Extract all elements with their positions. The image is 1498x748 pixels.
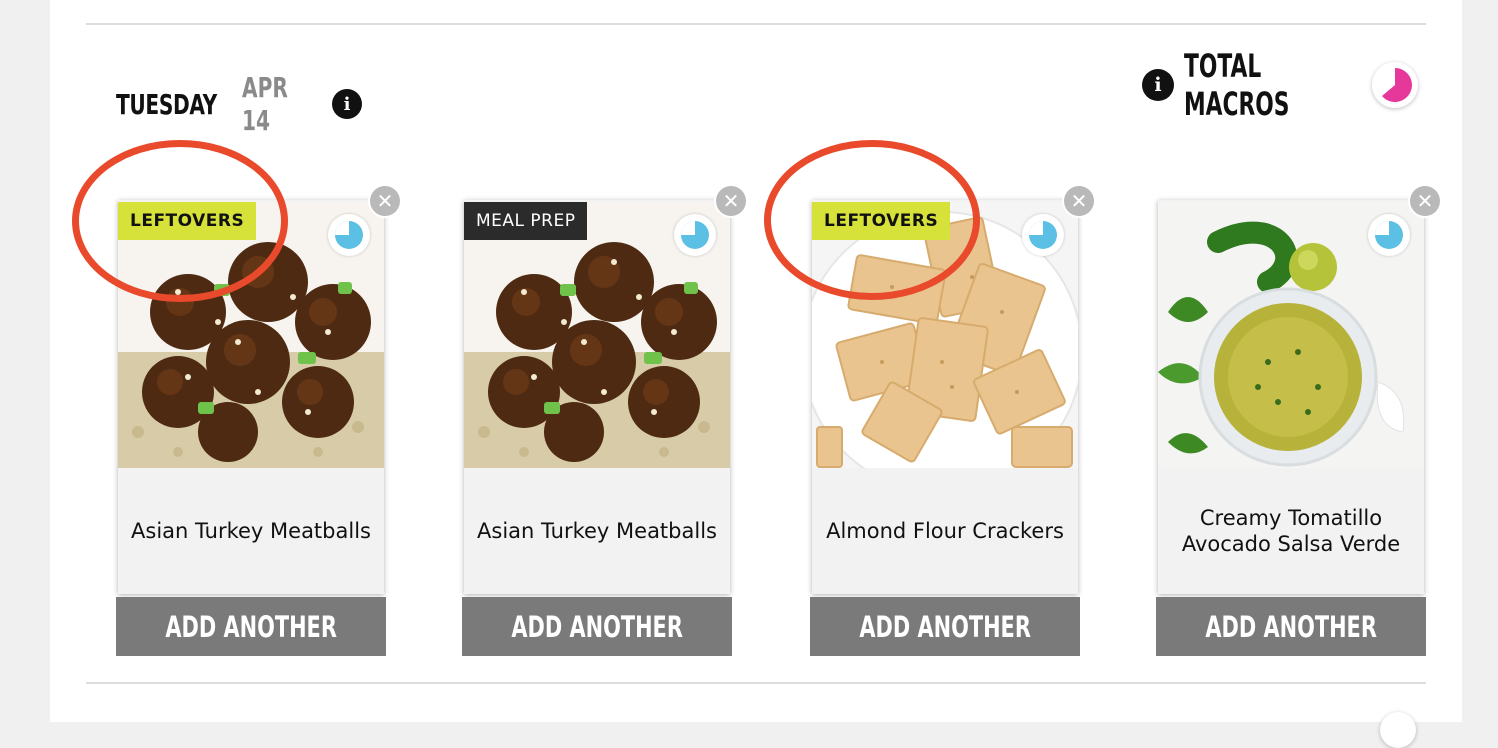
close-icon: ✕ <box>716 186 746 216</box>
macros-pie-icon[interactable] <box>1372 62 1418 108</box>
add-another-button[interactable]: ADD ANOTHER <box>1156 597 1426 656</box>
remove-button[interactable]: ✕ <box>1062 184 1096 218</box>
day-header: TUESDAY APR 14 i <box>116 71 362 137</box>
close-icon: ✕ <box>1410 186 1440 216</box>
divider-top <box>86 23 1426 25</box>
recipe-name[interactable]: Almond Flour Crackers <box>812 468 1078 594</box>
recipe-card[interactable]: Creamy Tomatillo Avocado Salsa Verde ✕ A… <box>1156 184 1442 657</box>
divider-bottom <box>86 682 1426 684</box>
add-another-label: ADD ANOTHER <box>511 609 683 644</box>
meal-prep-badge: MEAL PREP <box>464 202 588 240</box>
close-icon: ✕ <box>1064 186 1094 216</box>
add-another-button[interactable]: ADD ANOTHER <box>462 597 732 656</box>
recipe-card-body[interactable]: Asian Turkey Meatballs <box>464 200 730 594</box>
add-another-button[interactable]: ADD ANOTHER <box>810 597 1080 656</box>
recipe-card[interactable]: Asian Turkey Meatballs MEAL PREP ✕ ADD A… <box>462 184 748 657</box>
timer-icon[interactable] <box>674 214 716 256</box>
info-icon[interactable]: i <box>1142 69 1174 101</box>
next-day-macros-icon[interactable] <box>1380 712 1416 748</box>
remove-button[interactable]: ✕ <box>368 184 402 218</box>
remove-button[interactable]: ✕ <box>714 184 748 218</box>
recipe-name[interactable]: Creamy Tomatillo Avocado Salsa Verde <box>1158 468 1424 594</box>
timer-icon[interactable] <box>1022 214 1064 256</box>
close-icon: ✕ <box>370 186 400 216</box>
day-name: TUESDAY <box>116 87 217 121</box>
add-another-button[interactable]: ADD ANOTHER <box>116 597 386 656</box>
add-another-label: ADD ANOTHER <box>165 609 337 644</box>
annotation-circle <box>72 140 288 302</box>
annotation-circle <box>764 140 980 300</box>
add-another-label: ADD ANOTHER <box>1205 609 1377 644</box>
recipe-card-body[interactable]: Creamy Tomatillo Avocado Salsa Verde <box>1158 200 1424 594</box>
recipe-name[interactable]: Asian Turkey Meatballs <box>464 468 730 594</box>
total-macros[interactable]: i TOTAL MACROS <box>1142 47 1418 123</box>
recipe-name[interactable]: Asian Turkey Meatballs <box>118 468 384 594</box>
remove-button[interactable]: ✕ <box>1408 184 1442 218</box>
day-date: APR 14 <box>242 71 288 137</box>
timer-icon[interactable] <box>328 214 370 256</box>
timer-icon[interactable] <box>1368 214 1410 256</box>
info-icon[interactable]: i <box>332 89 362 119</box>
total-macros-label: TOTAL MACROS <box>1184 47 1290 123</box>
add-another-label: ADD ANOTHER <box>859 609 1031 644</box>
